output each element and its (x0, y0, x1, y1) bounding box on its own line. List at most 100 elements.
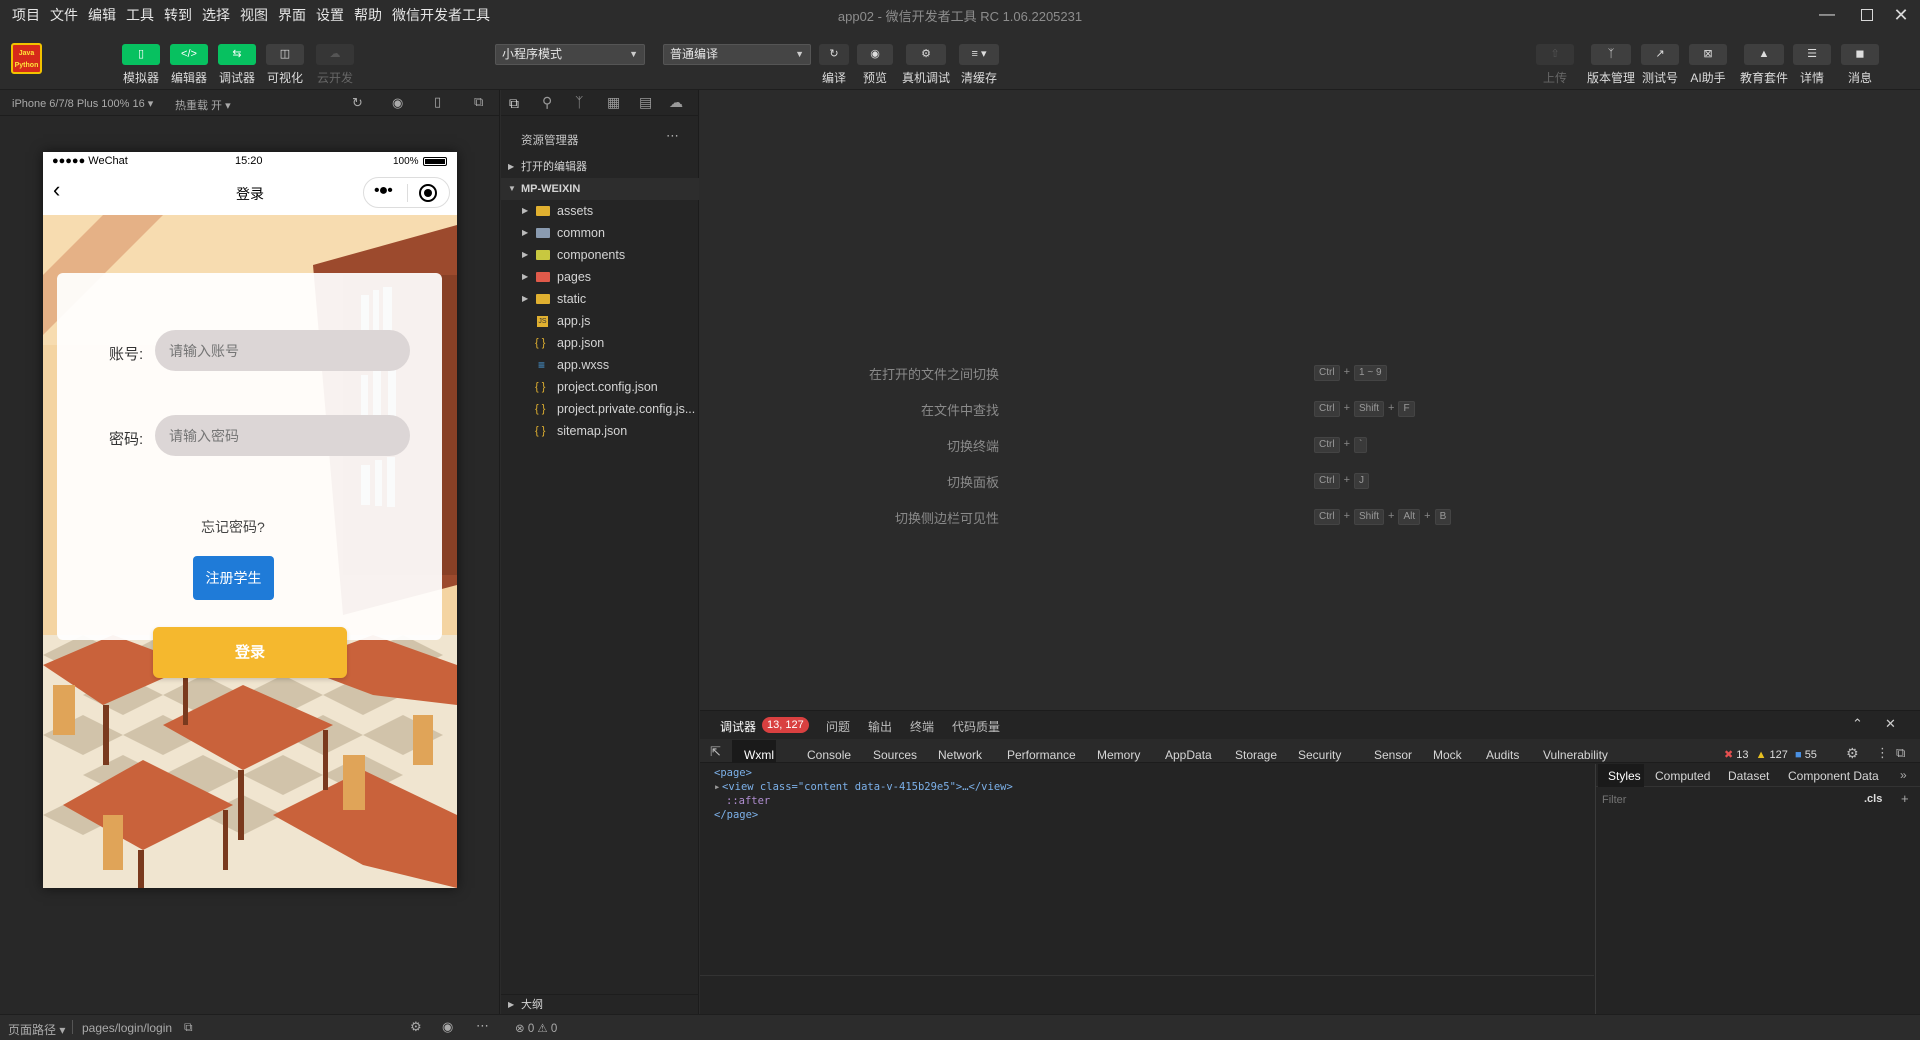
chevron-up-icon[interactable]: ⌃ (1852, 716, 1863, 732)
tab-styles[interactable]: Styles (1608, 769, 1641, 783)
tab-dataset[interactable]: Dataset (1728, 769, 1769, 783)
menu-wechat-devtools[interactable]: 微信开发者工具 (387, 0, 495, 30)
upload-button[interactable]: ⇧ 上传 (1535, 44, 1575, 86)
detach-window-icon[interactable]: ⧉ (474, 94, 483, 110)
docker-icon[interactable]: ☁ (669, 94, 683, 111)
device-select[interactable]: iPhone 6/7/8 Plus 100% 16 ▾ (12, 97, 153, 110)
login-button[interactable]: 登录 (153, 627, 347, 678)
extensions-icon[interactable]: ▦ (607, 94, 620, 111)
tab-component-data[interactable]: Component Data (1788, 769, 1879, 783)
wxml-node-view[interactable]: <view class="content data-v-415b29e5">…<… (722, 781, 1013, 793)
wxml-node-page-close[interactable]: </page> (714, 809, 758, 821)
devtools-tab-sensor[interactable]: Sensor (1374, 748, 1412, 762)
devtools-tab-network[interactable]: Network (938, 748, 982, 762)
tab-debugger[interactable]: 调试器 (720, 718, 756, 735)
tab-terminal[interactable]: 终端 (910, 718, 934, 735)
wxml-node-page-open[interactable]: <page> (714, 767, 752, 779)
expand-caret-icon[interactable]: ▸ (714, 781, 720, 793)
devtools-tab-appdata[interactable]: AppData (1165, 748, 1212, 762)
menu-view[interactable]: 视图 (235, 0, 273, 30)
record-icon[interactable]: ◉ (392, 95, 403, 111)
devtools-tab-vulnerability[interactable]: Vulnerability (1543, 748, 1608, 762)
add-style-icon[interactable]: + (1901, 791, 1909, 806)
devtools-tab-storage[interactable]: Storage (1235, 748, 1277, 762)
rotate-icon[interactable]: ↻ (352, 95, 363, 111)
files-icon[interactable]: ⧉ (509, 95, 519, 112)
menu-select[interactable]: 选择 (197, 0, 235, 30)
tab-problems[interactable]: 问题 (826, 718, 850, 735)
tab-computed[interactable]: Computed (1655, 769, 1710, 783)
devtools-tab-memory[interactable]: Memory (1097, 748, 1140, 762)
compile-select[interactable]: 普通编译 ▼ (663, 44, 811, 65)
test-account-button[interactable]: ↗ 测试号 (1640, 44, 1680, 86)
preview-button[interactable]: ◉ 预览 (855, 44, 895, 86)
more-icon[interactable]: ⋯ (666, 128, 679, 144)
minimize-button[interactable]: — (1806, 0, 1848, 30)
more-icon[interactable]: •●• (374, 182, 393, 200)
education-button[interactable]: ▲ 教育套件 (1740, 44, 1788, 86)
project-root-section[interactable]: ▼ MP-WEIXIN (501, 178, 699, 200)
devtools-tab-performance[interactable]: Performance (1007, 748, 1076, 762)
inspect-element-icon[interactable]: ⇱ (710, 744, 721, 760)
simulator-button[interactable]: ▯ 模拟器 (121, 44, 161, 86)
undock-icon[interactable]: ⧉ (1896, 745, 1905, 761)
visual-button[interactable]: ◫ 可视化 (265, 44, 305, 86)
tree-folder-components[interactable]: ▶ components (501, 244, 699, 266)
tree-folder-pages[interactable]: ▶ pages (501, 266, 699, 288)
close-panel-icon[interactable]: ✕ (1885, 716, 1896, 732)
compile-button[interactable]: ↻ 编译 (814, 44, 854, 86)
eye-icon[interactable]: ◉ (442, 1019, 453, 1035)
kebab-menu-icon[interactable]: ⋮ (1876, 745, 1889, 761)
page-path-dropdown[interactable]: 页面路径 ▾ (8, 1021, 65, 1038)
remote-debug-button[interactable]: ⚙ 真机调试 (900, 44, 952, 86)
hot-reload-toggle[interactable]: 热重载 开 ▾ (175, 97, 231, 113)
menu-goto[interactable]: 转到 (159, 0, 197, 30)
close-button[interactable]: ✕ (1880, 0, 1920, 30)
ai-assistant-button[interactable]: ⊠ AI助手 (1688, 44, 1728, 86)
storage-icon[interactable]: ▤ (639, 94, 652, 111)
styles-filter-input[interactable] (1602, 791, 1852, 809)
devtools-tab-mock[interactable]: Mock (1433, 748, 1462, 762)
details-button[interactable]: ☰ 详情 (1792, 44, 1832, 86)
editor-button[interactable]: </> 编辑器 (169, 44, 209, 86)
copy-icon[interactable]: ⧉ (184, 1020, 193, 1035)
tree-file-project-private-config[interactable]: { } project.private.config.js... (501, 398, 699, 420)
cloud-dev-button[interactable]: ☁ 云开发 (315, 44, 355, 86)
outline-section[interactable]: ▶ 大纲 (501, 994, 699, 1014)
debugger-button[interactable]: ⇆ 调试器 (217, 44, 257, 86)
phone-mode-icon[interactable]: ▯ (434, 94, 441, 110)
tree-file-app-json[interactable]: { } app.json (501, 332, 699, 354)
tree-folder-common[interactable]: ▶ common (501, 222, 699, 244)
menu-file[interactable]: 文件 (45, 0, 83, 30)
devtools-tab-wxml[interactable]: Wxml (744, 748, 774, 762)
tab-code-quality[interactable]: 代码质量 (952, 718, 1000, 735)
tree-file-sitemap[interactable]: { } sitemap.json (501, 420, 699, 442)
chevron-double-right-icon[interactable]: » (1900, 768, 1907, 782)
bug-icon[interactable]: ⚙ (410, 1019, 422, 1035)
tree-folder-static[interactable]: ▶ static (501, 288, 699, 310)
tree-file-app-wxss[interactable]: ≡ app.wxss (501, 354, 699, 376)
menu-help[interactable]: 帮助 (349, 0, 387, 30)
devtools-tab-security[interactable]: Security (1298, 748, 1341, 762)
gear-icon[interactable]: ⚙ (1846, 745, 1859, 762)
messages-button[interactable]: ◼ 消息 (1840, 44, 1880, 86)
cls-toggle[interactable]: .cls (1864, 793, 1882, 805)
mode-select[interactable]: 小程序模式 ▼ (495, 44, 645, 65)
more-icon[interactable]: ⋯ (476, 1018, 489, 1034)
clear-cache-button[interactable]: ≡ ▾ 清缓存 (958, 44, 1000, 86)
tree-folder-assets[interactable]: ▶ assets (501, 200, 699, 222)
forgot-password-link[interactable]: 忘记密码? (201, 517, 265, 537)
register-student-button[interactable]: 注册学生 (193, 556, 274, 600)
menu-settings[interactable]: 设置 (311, 0, 349, 30)
wxml-node-after[interactable]: ::after (726, 795, 770, 807)
tree-file-app-js[interactable]: JS app.js (501, 310, 699, 332)
version-button[interactable]: ᛉ 版本管理 (1587, 44, 1635, 86)
close-miniprogram-icon[interactable] (419, 184, 437, 202)
search-icon[interactable]: ⚲ (542, 94, 552, 111)
project-avatar[interactable]: Java Python (11, 43, 42, 74)
menu-edit[interactable]: 编辑 (83, 0, 121, 30)
open-editors-section[interactable]: ▶ 打开的编辑器 (501, 156, 699, 178)
console-counts[interactable]: ✖ 13 ▲ 127 ■ 55 (1724, 748, 1817, 761)
menu-tools[interactable]: 工具 (121, 0, 159, 30)
menu-project[interactable]: 项目 (7, 0, 45, 30)
